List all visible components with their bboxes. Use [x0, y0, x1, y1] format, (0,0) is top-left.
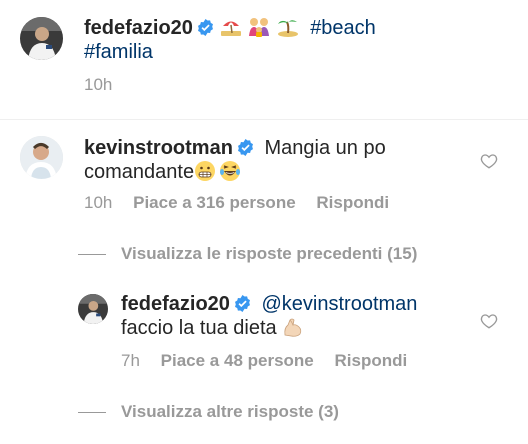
comment-text-line1: Mangia un po	[264, 137, 386, 159]
comment-line2: comandante	[84, 160, 241, 184]
comment-reply-button[interactable]: Rispondi	[316, 193, 389, 212]
flexed-biceps-emoji	[284, 318, 302, 337]
heart-icon[interactable]	[480, 152, 498, 170]
reply-line2: faccio la tua dieta	[121, 316, 304, 340]
reply-text: faccio la tua dieta	[121, 317, 277, 339]
replies-divider-line	[78, 254, 106, 255]
comment-likes-link[interactable]: Piace a 316 persone	[133, 193, 296, 212]
post-username[interactable]: fedefazio20	[84, 17, 193, 39]
comment-meta: 10h Piace a 316 persone Rispondi	[84, 193, 389, 213]
post-caption-line1: fedefazio20 #beach	[84, 16, 376, 40]
laughing-emoji	[220, 161, 241, 181]
comment-text-line2: comandante	[84, 161, 195, 183]
hashtag-familia[interactable]: #familia	[84, 40, 153, 64]
reply-time: 7h	[121, 351, 140, 370]
view-more-replies[interactable]: Visualizza altre risposte (3)	[121, 402, 339, 422]
post-time: 10h	[84, 75, 113, 94]
beach-umbrella-emoji	[220, 21, 241, 36]
family-emoji	[249, 18, 270, 37]
verified-badge-icon	[234, 295, 250, 312]
caption-divider	[0, 119, 528, 120]
reply-line1: fedefazio20 @kevinstrootman	[121, 292, 417, 316]
view-more-replies-label[interactable]: Visualizza altre risposte (3)	[121, 402, 339, 421]
grimacing-emoji	[195, 161, 216, 181]
verified-badge-icon	[197, 19, 213, 36]
comment-username[interactable]: kevinstrootman	[84, 137, 233, 159]
reply-mention[interactable]: @kevinstrootman	[262, 293, 418, 315]
reply-username[interactable]: fedefazio20	[121, 293, 230, 315]
reply-reply-button[interactable]: Rispondi	[334, 351, 407, 370]
comment-time: 10h	[84, 193, 113, 212]
reply-likes-link[interactable]: Piace a 48 persone	[161, 351, 314, 370]
palm-island-emoji	[277, 20, 298, 37]
view-previous-replies[interactable]: Visualizza le risposte precedenti (15)	[121, 244, 417, 264]
comment-line1: kevinstrootman Mangia un po	[84, 136, 386, 160]
more-replies-divider-line	[78, 412, 106, 413]
reply-meta: 7h Piace a 48 persone Rispondi	[121, 351, 407, 371]
view-previous-replies-label[interactable]: Visualizza le risposte precedenti (15)	[121, 244, 417, 263]
reply-author-avatar[interactable]	[78, 294, 108, 324]
post-author-avatar[interactable]	[20, 17, 63, 60]
hashtag-beach[interactable]: #beach	[310, 17, 376, 39]
comment-author-avatar[interactable]	[20, 136, 63, 179]
verified-badge-icon	[237, 139, 253, 156]
heart-icon[interactable]	[480, 312, 498, 330]
